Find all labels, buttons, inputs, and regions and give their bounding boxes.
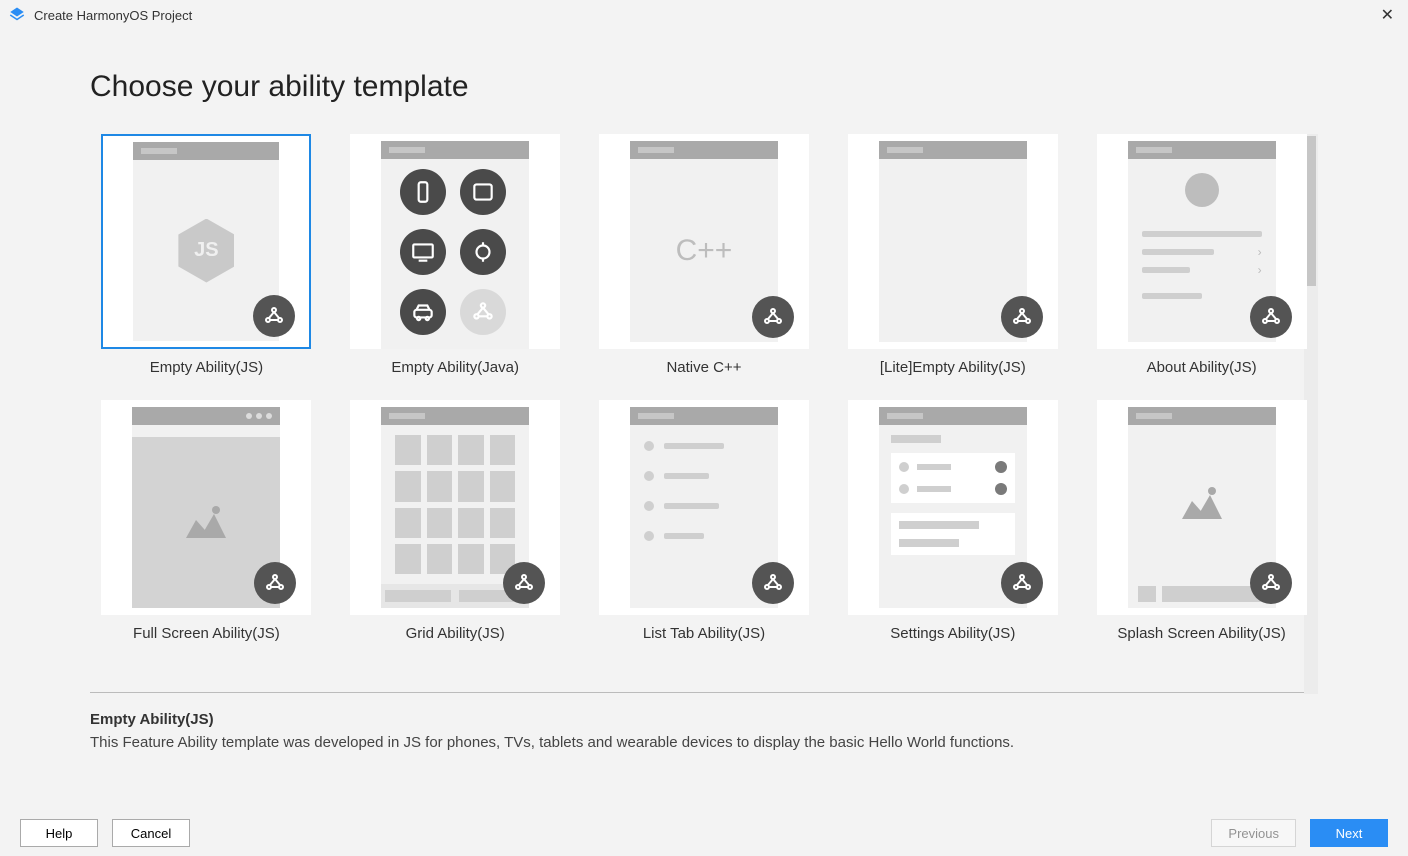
distributed-badge-icon [503, 562, 545, 604]
template-scroll-area: JS Empty Ability(JS) [90, 134, 1318, 694]
app-logo-icon [8, 6, 26, 24]
tablet-icon [460, 169, 506, 215]
previous-button: Previous [1211, 819, 1296, 847]
template-settings-js[interactable]: Settings Ability(JS) [836, 400, 1069, 642]
cancel-button[interactable]: Cancel [112, 819, 190, 847]
template-label: Grid Ability(JS) [339, 625, 572, 642]
distributed-badge-icon [752, 562, 794, 604]
distributed-badge-icon [1001, 296, 1043, 338]
image-placeholder-icon [1182, 489, 1222, 519]
template-label: List Tab Ability(JS) [588, 625, 821, 642]
cpp-text-icon: C++ [676, 234, 733, 268]
template-label: Native C++ [588, 359, 821, 376]
titlebar: Create HarmonyOS Project ✕ [0, 0, 1408, 30]
next-button[interactable]: Next [1310, 819, 1388, 847]
template-lite-empty-js[interactable]: [Lite]Empty Ability(JS) [836, 134, 1069, 376]
footer: Help Cancel Previous Next [0, 810, 1408, 856]
distributed-badge-icon [1250, 296, 1292, 338]
template-label: About Ability(JS) [1085, 359, 1318, 376]
template-label: [Lite]Empty Ability(JS) [836, 359, 1069, 376]
window-title: Create HarmonyOS Project [34, 8, 192, 23]
distributed-badge-icon [1001, 562, 1043, 604]
template-about-js[interactable]: › › About Ability(JS) [1085, 134, 1318, 376]
template-splash-js[interactable]: Splash Screen Ability(JS) [1085, 400, 1318, 642]
distributed-badge-icon [1250, 562, 1292, 604]
phone-icon [400, 169, 446, 215]
scrollbar-thumb[interactable] [1306, 136, 1316, 286]
help-button[interactable]: Help [20, 819, 98, 847]
distributed-light-icon [460, 289, 506, 335]
page-title: Choose your ability template [90, 70, 1318, 104]
template-grid-js[interactable]: Grid Ability(JS) [339, 400, 572, 642]
tv-icon [400, 229, 446, 275]
image-placeholder-icon [186, 508, 226, 538]
js-hex-icon: JS [176, 217, 236, 285]
close-icon[interactable]: ✕ [1375, 3, 1400, 27]
template-label: Empty Ability(JS) [90, 359, 323, 376]
template-listtab-js[interactable]: List Tab Ability(JS) [588, 400, 821, 642]
watch-icon [460, 229, 506, 275]
distributed-badge-icon [254, 562, 296, 604]
template-grid: JS Empty Ability(JS) [90, 134, 1318, 642]
template-native-cpp[interactable]: C++ Native C++ [588, 134, 821, 376]
description-text: This Feature Ability template was develo… [90, 734, 1318, 751]
template-empty-js[interactable]: JS Empty Ability(JS) [90, 134, 323, 376]
car-icon [400, 289, 446, 335]
template-label: Splash Screen Ability(JS) [1085, 625, 1318, 642]
template-fullscreen-js[interactable]: Full Screen Ability(JS) [90, 400, 323, 642]
distributed-badge-icon [253, 295, 295, 337]
content-area: Choose your ability template JS [0, 30, 1408, 810]
template-label: Full Screen Ability(JS) [90, 625, 323, 642]
description-title: Empty Ability(JS) [90, 711, 1318, 728]
distributed-badge-icon [752, 296, 794, 338]
template-empty-java[interactable]: Empty Ability(Java) [339, 134, 572, 376]
template-label: Settings Ability(JS) [836, 625, 1069, 642]
template-label: Empty Ability(Java) [339, 359, 572, 376]
